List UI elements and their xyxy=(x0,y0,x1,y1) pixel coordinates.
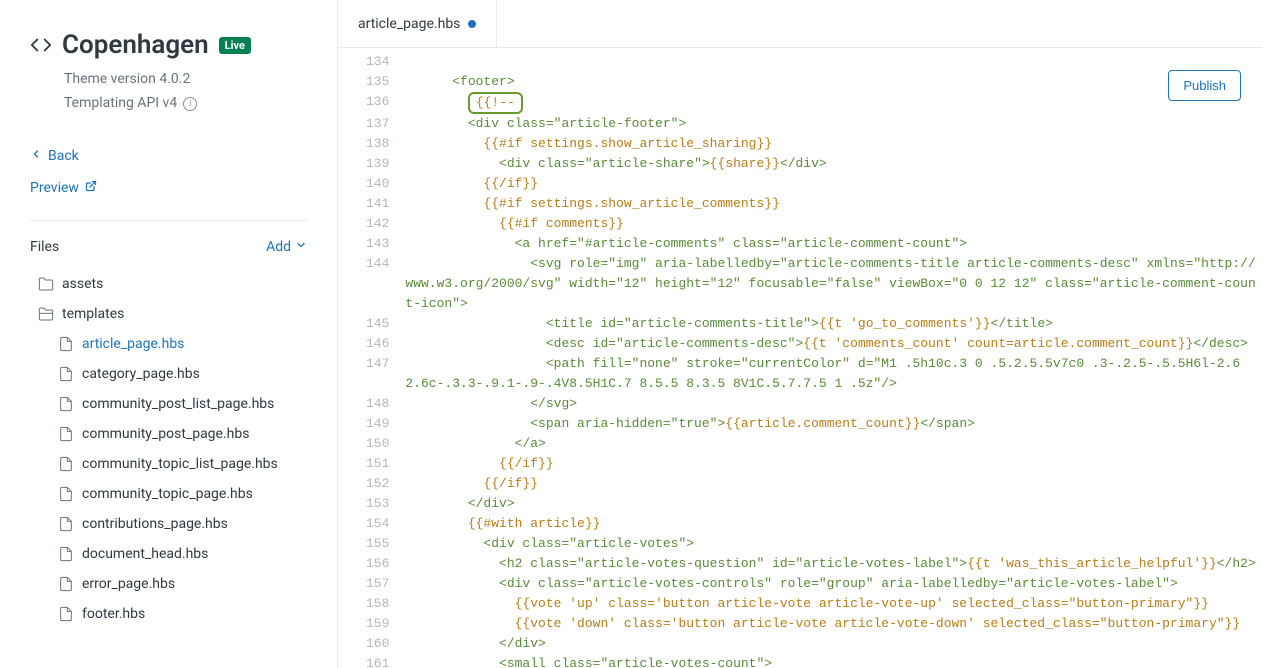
folder-label: assets xyxy=(62,276,103,292)
code-icon xyxy=(30,34,52,56)
file-tree: assets templates article_page.hbscategor… xyxy=(30,269,307,629)
file-row[interactable]: community_post_list_page.hbs xyxy=(30,389,307,419)
folder-row-templates[interactable]: templates xyxy=(30,299,307,329)
file-label: community_post_list_page.hbs xyxy=(82,396,274,412)
tab-label: article_page.hbs xyxy=(358,16,460,32)
file-row[interactable]: error_page.hbs xyxy=(30,569,307,599)
file-row[interactable]: footer.hbs xyxy=(30,599,307,629)
code-area[interactable]: <footer> {{!-- <div class="article-foote… xyxy=(405,52,1263,668)
publish-button[interactable]: Publish xyxy=(1168,70,1241,101)
file-icon xyxy=(58,486,74,502)
file-icon xyxy=(58,426,74,442)
live-badge: Live xyxy=(219,37,251,54)
preview-link[interactable]: Preview xyxy=(30,172,307,204)
back-link[interactable]: Back xyxy=(30,140,307,172)
file-label: document_head.hbs xyxy=(82,546,208,562)
info-icon[interactable]: i xyxy=(183,97,197,111)
theme-title: Copenhagen xyxy=(62,30,209,60)
preview-label: Preview xyxy=(30,180,79,196)
line-gutter: 1341351361371381391401411421431441451461… xyxy=(338,52,405,668)
add-button[interactable]: Add xyxy=(266,239,307,255)
tabs-row: article_page.hbs xyxy=(338,0,1263,48)
add-label: Add xyxy=(266,239,291,255)
file-row[interactable]: category_page.hbs xyxy=(30,359,307,389)
sidebar: Copenhagen Live Theme version 4.0.2 Temp… xyxy=(0,0,338,668)
files-heading: Files xyxy=(30,239,59,255)
theme-api: Templating API v4 xyxy=(64,92,177,116)
file-row[interactable]: article_page.hbs xyxy=(30,329,307,359)
file-icon xyxy=(58,366,74,382)
unsaved-dot-icon xyxy=(468,20,476,28)
file-label: community_topic_page.hbs xyxy=(82,486,253,502)
theme-meta: Theme version 4.0.2 Templating API v4 i xyxy=(64,68,307,116)
tab-article-page[interactable]: article_page.hbs xyxy=(338,0,497,47)
file-label: error_page.hbs xyxy=(82,576,175,592)
file-label: article_page.hbs xyxy=(82,336,184,352)
main-panel: article_page.hbs Publish 134135136137138… xyxy=(338,0,1263,668)
theme-header: Copenhagen Live xyxy=(30,30,307,60)
file-icon xyxy=(58,456,74,472)
file-icon xyxy=(58,396,74,412)
file-row[interactable]: community_topic_list_page.hbs xyxy=(30,449,307,479)
file-icon xyxy=(58,606,74,622)
file-row[interactable]: community_post_page.hbs xyxy=(30,419,307,449)
file-icon xyxy=(58,516,74,532)
chevron-down-icon xyxy=(295,239,307,255)
file-icon xyxy=(58,336,74,352)
file-label: category_page.hbs xyxy=(82,366,200,382)
chevron-left-icon xyxy=(30,148,42,164)
file-row[interactable]: community_topic_page.hbs xyxy=(30,479,307,509)
folder-open-icon xyxy=(38,306,54,322)
folder-icon xyxy=(38,276,54,292)
file-row[interactable]: document_head.hbs xyxy=(30,539,307,569)
file-icon xyxy=(58,576,74,592)
file-label: community_post_page.hbs xyxy=(82,426,249,442)
folder-label: templates xyxy=(62,306,124,322)
file-label: footer.hbs xyxy=(82,606,145,622)
file-label: contributions_page.hbs xyxy=(82,516,228,532)
external-link-icon xyxy=(85,180,97,196)
file-label: community_topic_list_page.hbs xyxy=(82,456,278,472)
back-label: Back xyxy=(48,148,79,164)
folder-row-assets[interactable]: assets xyxy=(30,269,307,299)
theme-version: Theme version 4.0.2 xyxy=(64,68,307,92)
file-row[interactable]: contributions_page.hbs xyxy=(30,509,307,539)
code-editor[interactable]: 1341351361371381391401411421431441451461… xyxy=(338,48,1263,668)
file-icon xyxy=(58,546,74,562)
